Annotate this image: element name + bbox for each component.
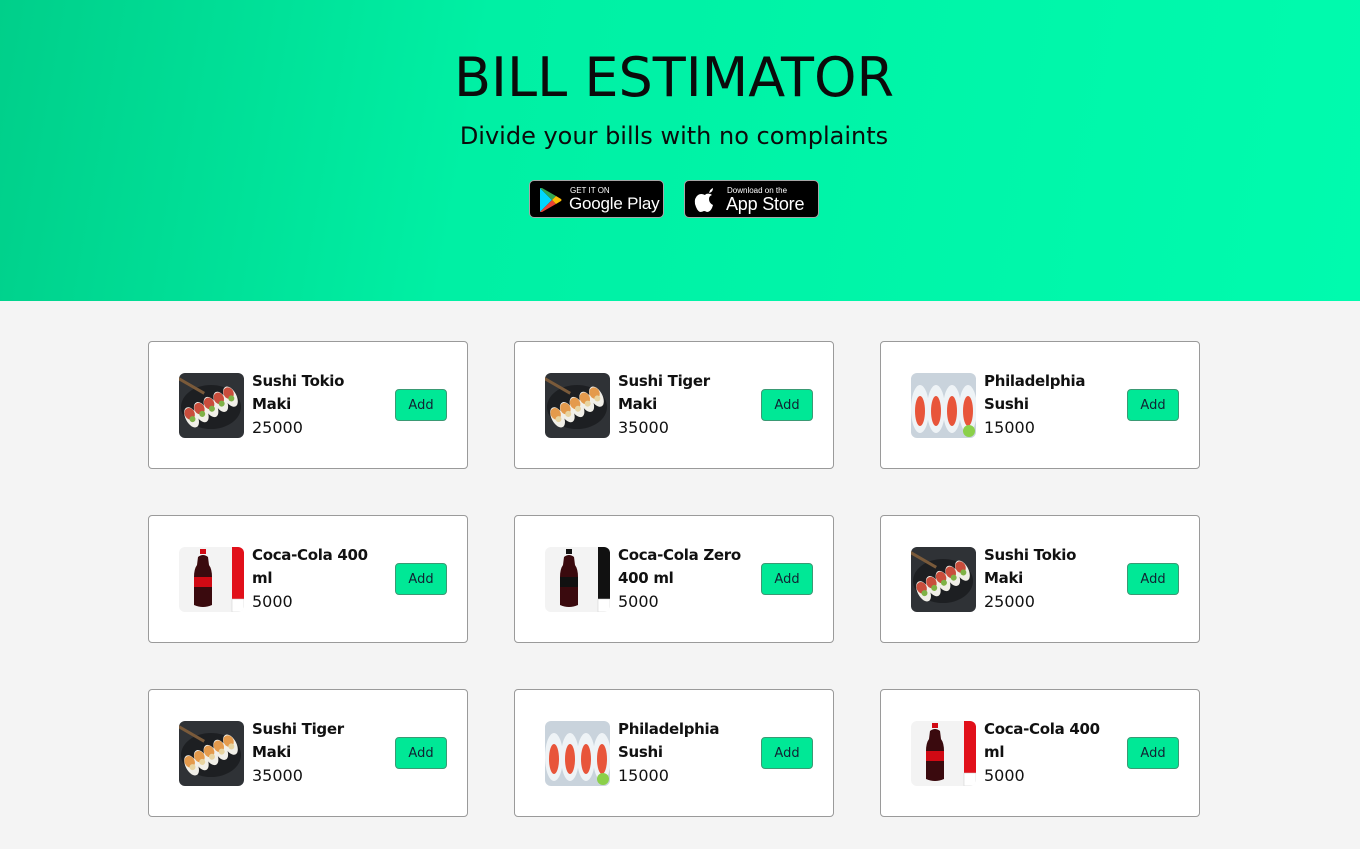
product-image (545, 721, 610, 786)
product-info: Sushi Tiger Maki 35000 (252, 690, 387, 816)
product-card: Sushi Tokio Maki 25000 Add (880, 515, 1200, 643)
product-info: Coca-Cola Zero 400 ml 5000 (618, 516, 753, 642)
product-name: Coca-Cola Zero 400 ml (618, 546, 741, 587)
product-card: Sushi Tiger Maki 35000 Add (148, 689, 468, 817)
product-card: Philadelphia Sushi 15000 Add (880, 341, 1200, 469)
product-image (179, 547, 244, 612)
hero-banner: BILL ESTIMATOR Divide your bills with no… (0, 0, 1360, 301)
product-image (179, 721, 244, 786)
add-button[interactable]: Add (395, 737, 447, 769)
product-image (911, 721, 976, 786)
product-info: Sushi Tiger Maki 35000 (618, 342, 753, 468)
product-name: Sushi Tokio Maki (252, 372, 345, 413)
product-name: Sushi Tokio Maki (984, 546, 1077, 587)
add-button[interactable]: Add (395, 563, 447, 595)
add-button[interactable]: Add (1127, 563, 1179, 595)
product-price: 5000 (618, 592, 659, 611)
product-image (545, 547, 610, 612)
product-image (911, 547, 976, 612)
page-subtitle: Divide your bills with no complaints (459, 122, 889, 150)
product-price: 5000 (252, 592, 293, 611)
product-name: Philadelphia Sushi (618, 720, 720, 761)
sushi-icon (911, 547, 976, 612)
google-play-badge[interactable]: GET IT ON Google Play (529, 180, 664, 218)
product-price: 35000 (252, 766, 303, 785)
bottle-icon (179, 547, 244, 612)
product-info: Coca-Cola 400 ml 5000 (252, 516, 387, 642)
app-store-badge[interactable]: Download on the App Store (684, 180, 819, 218)
product-name: Philadelphia Sushi (984, 372, 1086, 413)
bottle-icon (911, 721, 976, 786)
sushi-icon (911, 373, 976, 438)
product-price: 5000 (984, 766, 1025, 785)
product-card: Coca-Cola 400 ml 5000 Add (880, 689, 1200, 817)
bottle-icon (545, 547, 610, 612)
add-button[interactable]: Add (761, 389, 813, 421)
product-card: Sushi Tiger Maki 35000 Add (514, 341, 834, 469)
app-store-label: App Store (726, 194, 805, 214)
sushi-icon (545, 373, 610, 438)
product-name: Sushi Tiger Maki (252, 720, 344, 761)
product-card: Philadelphia Sushi 15000 Add (514, 689, 834, 817)
add-button[interactable]: Add (761, 737, 813, 769)
sushi-icon (545, 721, 610, 786)
product-info: Philadelphia Sushi 15000 (984, 342, 1119, 468)
product-card: Sushi Tokio Maki 25000 Add (148, 341, 468, 469)
product-name: Sushi Tiger Maki (618, 372, 710, 413)
apple-icon (694, 188, 713, 212)
sushi-icon (179, 721, 244, 786)
add-button[interactable]: Add (395, 389, 447, 421)
add-button[interactable]: Add (1127, 389, 1179, 421)
product-image (911, 373, 976, 438)
sushi-icon (179, 373, 244, 438)
product-info: Coca-Cola 400 ml 5000 (984, 690, 1119, 816)
product-info: Sushi Tokio Maki 25000 (984, 516, 1119, 642)
add-button[interactable]: Add (761, 563, 813, 595)
product-price: 15000 (618, 766, 669, 785)
product-image (545, 373, 610, 438)
page-title: BILL ESTIMATOR (454, 46, 894, 109)
product-price: 25000 (984, 592, 1035, 611)
add-button[interactable]: Add (1127, 737, 1179, 769)
product-price: 15000 (984, 418, 1035, 437)
product-image (179, 373, 244, 438)
google-play-icon (540, 188, 562, 212)
product-name: Coca-Cola 400 ml (252, 546, 368, 587)
product-card: Coca-Cola 400 ml 5000 Add (148, 515, 468, 643)
product-price: 25000 (252, 418, 303, 437)
google-play-label: Google Play (569, 194, 660, 213)
product-card: Coca-Cola Zero 400 ml 5000 Add (514, 515, 834, 643)
product-price: 35000 (618, 418, 669, 437)
product-info: Sushi Tokio Maki 25000 (252, 342, 387, 468)
product-info: Philadelphia Sushi 15000 (618, 690, 753, 816)
product-name: Coca-Cola 400 ml (984, 720, 1100, 761)
